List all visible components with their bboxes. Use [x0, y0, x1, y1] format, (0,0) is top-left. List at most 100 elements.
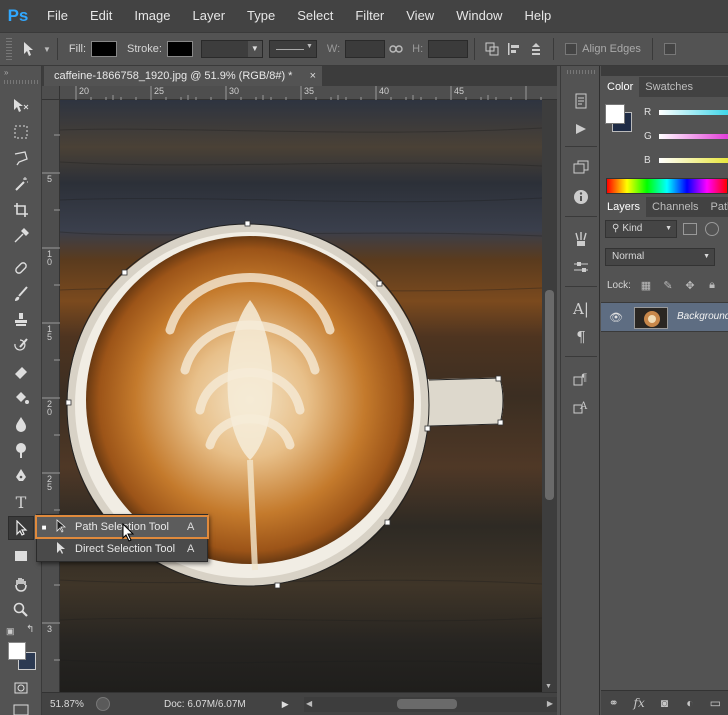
history-brush-tool-icon[interactable] — [8, 334, 34, 358]
scroll-right-icon[interactable]: ▶ — [547, 699, 553, 708]
adjustments-panel-icon[interactable] — [569, 156, 593, 178]
brush-presets-icon[interactable] — [569, 228, 593, 250]
options-grip[interactable] — [6, 38, 12, 60]
hand-tool-icon[interactable] — [8, 572, 34, 596]
tab-paths[interactable]: Paths — [705, 197, 728, 217]
menu-type[interactable]: Type — [236, 0, 286, 32]
crop-tool-icon[interactable] — [8, 198, 34, 222]
info-panel-icon[interactable] — [569, 186, 593, 208]
marquee-tool-icon[interactable] — [8, 120, 34, 144]
lock-all-icon[interactable]: 🔒︎ — [705, 279, 719, 293]
vertical-scroll-thumb[interactable] — [545, 290, 554, 500]
horizontal-ruler[interactable]: 20 25 30 35 40 45 — [60, 86, 557, 100]
scroll-left-icon[interactable]: ◀ — [306, 699, 312, 708]
stroke-type-dropdown[interactable]: ▼ — [268, 40, 317, 58]
color-panel-fg-swatch[interactable] — [605, 104, 625, 124]
tool-preset-icon[interactable] — [18, 38, 40, 60]
path-selection-tool-icon[interactable] — [8, 516, 34, 540]
link-icon[interactable] — [385, 38, 407, 60]
document-tab[interactable]: caffeine-1866758_1920.jpg @ 51.9% (RGB/8… — [44, 66, 322, 86]
lock-image-icon[interactable]: ✎ — [661, 279, 675, 293]
stroke-width-dropdown[interactable]: ▼ — [200, 40, 263, 58]
menu-window[interactable]: Window — [445, 0, 513, 32]
eye-icon[interactable]: 👁︎ — [609, 311, 623, 324]
tools-grip[interactable] — [4, 80, 38, 84]
pen-tool-icon[interactable] — [8, 464, 34, 488]
menu-image[interactable]: Image — [123, 0, 181, 32]
character-panel-icon[interactable]: A| — [569, 298, 593, 320]
paragraph-panel-icon[interactable]: ¶ — [569, 326, 593, 348]
menu-layer[interactable]: Layer — [182, 0, 237, 32]
clone-stamp-tool-icon[interactable] — [8, 308, 34, 332]
fill-swatch[interactable] — [91, 41, 118, 57]
paint-bucket-tool-icon[interactable] — [8, 386, 34, 410]
menu-view[interactable]: View — [395, 0, 445, 32]
horizontal-scroll-thumb[interactable] — [397, 699, 457, 709]
zoom-level[interactable]: 51.87% — [50, 699, 92, 710]
blur-tool-icon[interactable] — [8, 412, 34, 436]
status-info-icon[interactable] — [96, 697, 110, 711]
vertical-scrollbar[interactable]: ▼ — [542, 100, 557, 692]
panel-dock-header[interactable] — [601, 66, 728, 76]
dodge-tool-icon[interactable] — [8, 438, 34, 462]
move-tool-icon[interactable] — [8, 94, 34, 118]
b-slider[interactable] — [659, 158, 728, 163]
zoom-tool-icon[interactable] — [8, 598, 34, 622]
scroll-down-icon[interactable]: ▼ — [545, 683, 552, 690]
tool-preset-dropdown-icon[interactable]: ▼ — [43, 45, 51, 54]
color-spectrum-ramp[interactable] — [606, 178, 728, 194]
tab-layers[interactable]: Layers — [601, 197, 647, 217]
ruler-corner[interactable] — [42, 86, 60, 100]
new-group-icon[interactable]: ▭ — [703, 696, 728, 710]
swap-colors-icon[interactable]: ↰ — [26, 624, 34, 635]
foreground-color-swatch[interactable] — [8, 642, 26, 660]
document-canvas[interactable] — [60, 100, 542, 692]
menu-edit[interactable]: Edit — [79, 0, 123, 32]
menu-help[interactable]: Help — [513, 0, 562, 32]
horizontal-scrollbar[interactable]: ◀ ▶ — [304, 697, 557, 712]
menu-file[interactable]: File — [36, 0, 79, 32]
menu-select[interactable]: Select — [286, 0, 344, 32]
filter-adjustment-icon[interactable] — [705, 222, 719, 236]
paragraph-styles-icon[interactable]: ¶ — [569, 368, 593, 390]
collapse-panel-icon[interactable]: » — [4, 68, 8, 77]
default-colors-icon[interactable]: ▣ — [6, 626, 15, 637]
panel-grip[interactable] — [567, 70, 595, 74]
status-menu-arrow-icon[interactable]: ▶ — [282, 699, 289, 710]
align-edges-checkbox[interactable] — [565, 43, 578, 55]
vertical-ruler[interactable]: 5 1 0 1 5 2 0 2 5 3 — [42, 100, 60, 692]
lock-transparent-icon[interactable]: ▦ — [639, 279, 653, 293]
stroke-swatch[interactable] — [166, 41, 193, 57]
add-mask-icon[interactable]: ◙ — [652, 696, 677, 710]
height-field[interactable] — [428, 40, 469, 58]
close-icon[interactable]: × — [310, 66, 316, 86]
lasso-tool-icon[interactable] — [8, 146, 34, 170]
layer-filter-kind-dropdown[interactable]: ⚲ Kind ▼ — [605, 220, 677, 238]
width-field[interactable] — [345, 40, 386, 58]
layer-row-background[interactable]: 👁︎ Background — [601, 302, 728, 332]
filter-pixel-icon[interactable] — [683, 223, 697, 235]
character-styles-icon[interactable]: A — [569, 396, 593, 418]
actions-panel-icon[interactable] — [569, 118, 593, 140]
history-panel-icon[interactable] — [569, 90, 593, 112]
magic-wand-tool-icon[interactable] — [8, 172, 34, 196]
menu-filter[interactable]: Filter — [344, 0, 395, 32]
path-operations-icon[interactable] — [481, 38, 503, 60]
screen-mode-icon[interactable] — [8, 698, 34, 715]
spot-healing-tool-icon[interactable] — [8, 256, 34, 280]
brush-tool-icon[interactable] — [8, 282, 34, 306]
path-alignment-icon[interactable] — [503, 38, 525, 60]
tab-channels[interactable]: Channels — [646, 197, 704, 217]
type-tool-icon[interactable]: T — [8, 490, 34, 514]
r-slider[interactable] — [659, 110, 728, 115]
brush-settings-icon[interactable] — [569, 256, 593, 278]
link-layers-icon[interactable]: ⚭ — [601, 696, 626, 710]
tab-color[interactable]: Color — [601, 77, 640, 97]
tab-swatches[interactable]: Swatches — [639, 77, 699, 97]
eyedropper-tool-icon[interactable] — [8, 224, 34, 248]
path-arrangement-icon[interactable] — [525, 38, 547, 60]
rectangle-tool-icon[interactable] — [8, 544, 34, 568]
eraser-tool-icon[interactable] — [8, 360, 34, 384]
lock-position-icon[interactable]: ✥ — [683, 279, 697, 293]
quick-mask-icon[interactable] — [8, 676, 34, 700]
